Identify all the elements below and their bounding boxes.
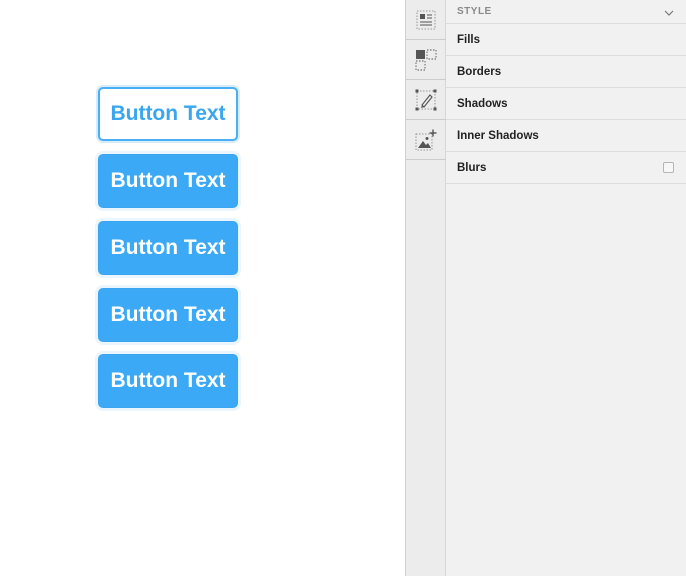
inspector-toolbar bbox=[405, 0, 446, 576]
button-label: Button Text bbox=[110, 236, 226, 259]
edit-path-icon bbox=[415, 89, 437, 111]
style-panel-header[interactable]: STYLE bbox=[446, 0, 686, 24]
button-filled-1[interactable]: Button Text bbox=[98, 154, 238, 208]
blurs-label: Blurs bbox=[457, 161, 487, 174]
borders-label: Borders bbox=[457, 65, 502, 78]
button-label: Button Text bbox=[110, 303, 226, 326]
tool-edit-path[interactable] bbox=[406, 80, 446, 120]
fills-row[interactable]: Fills bbox=[446, 24, 686, 56]
blurs-row[interactable]: Blurs bbox=[446, 152, 686, 184]
borders-row[interactable]: Borders bbox=[446, 56, 686, 88]
tool-style[interactable] bbox=[406, 0, 446, 40]
style-panel: STYLE Fills Borders Shadows Inner Shadow… bbox=[446, 0, 686, 576]
style-icon bbox=[416, 10, 436, 30]
inner-shadows-label: Inner Shadows bbox=[457, 129, 539, 142]
fills-label: Fills bbox=[457, 33, 481, 46]
inner-shadows-row[interactable]: Inner Shadows bbox=[446, 120, 686, 152]
button-label: Button Text bbox=[110, 369, 226, 392]
button-filled-2[interactable]: Button Text bbox=[98, 221, 238, 275]
button-outline[interactable]: Button Text bbox=[98, 87, 238, 141]
tool-components[interactable] bbox=[406, 40, 446, 80]
button-filled-3[interactable]: Button Text bbox=[98, 288, 238, 342]
canvas[interactable]: Button Text Button Text Button Text Butt… bbox=[0, 0, 405, 576]
tool-add-image[interactable] bbox=[406, 120, 446, 160]
chevron-down-icon[interactable] bbox=[664, 3, 674, 21]
button-filled-4[interactable]: Button Text bbox=[98, 354, 238, 408]
add-image-icon bbox=[415, 129, 437, 151]
style-header-title: STYLE bbox=[457, 6, 492, 17]
shadows-row[interactable]: Shadows bbox=[446, 88, 686, 120]
components-icon bbox=[415, 49, 437, 71]
app-window: Button Text Button Text Button Text Butt… bbox=[0, 0, 686, 576]
blurs-checkbox[interactable] bbox=[663, 162, 674, 173]
button-label: Button Text bbox=[110, 102, 226, 125]
shadows-label: Shadows bbox=[457, 97, 508, 110]
button-label: Button Text bbox=[110, 169, 226, 192]
